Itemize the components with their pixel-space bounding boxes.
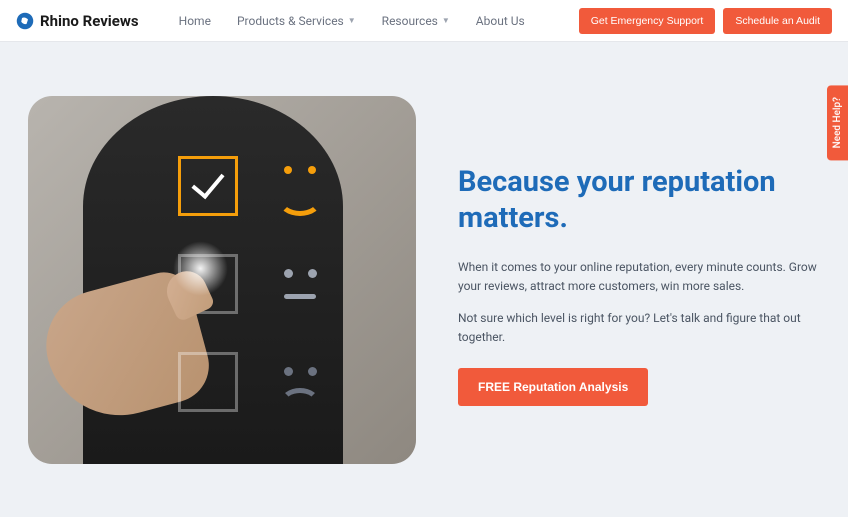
free-analysis-button[interactable]: FREE Reputation Analysis: [458, 368, 648, 406]
brand-name: Rhino Reviews: [40, 12, 139, 30]
schedule-audit-button[interactable]: Schedule an Audit: [723, 8, 832, 34]
chevron-down-icon: ▼: [442, 16, 450, 25]
emergency-support-button[interactable]: Get Emergency Support: [579, 8, 716, 34]
top-navigation: Rhino Reviews Home Products & Services▼ …: [0, 0, 848, 42]
touch-glow: [173, 241, 228, 296]
emoji-column: [270, 156, 330, 450]
happy-face-icon: [270, 156, 330, 216]
nav-products[interactable]: Products & Services▼: [237, 14, 356, 28]
neutral-face-icon: [270, 254, 330, 314]
chevron-down-icon: ▼: [348, 16, 356, 25]
nav-resources[interactable]: Resources▼: [382, 14, 450, 28]
nav-menu: Home Products & Services▼ Resources▼ Abo…: [179, 8, 832, 34]
need-help-tab[interactable]: Need Help?: [827, 85, 848, 160]
hero-section: Because your reputation matters. When it…: [0, 42, 848, 504]
checkbox-selected: [178, 156, 238, 216]
hero-paragraph-2: Not sure which level is right for you? L…: [458, 309, 820, 346]
hero-image: [28, 96, 416, 464]
brand-logo[interactable]: Rhino Reviews: [16, 12, 139, 30]
checkbox-empty: [178, 352, 238, 412]
hero-paragraph-1: When it comes to your online reputation,…: [458, 258, 820, 295]
hero-copy: Because your reputation matters. When it…: [458, 154, 820, 407]
checkmark-icon: [191, 165, 224, 200]
hero-headline: Because your reputation matters.: [458, 164, 820, 237]
sad-face-icon: [270, 352, 330, 412]
nav-cta-group: Get Emergency Support Schedule an Audit: [579, 8, 832, 34]
nav-home[interactable]: Home: [179, 14, 211, 28]
nav-about[interactable]: About Us: [476, 14, 525, 28]
rhino-logo-icon: [16, 12, 34, 30]
